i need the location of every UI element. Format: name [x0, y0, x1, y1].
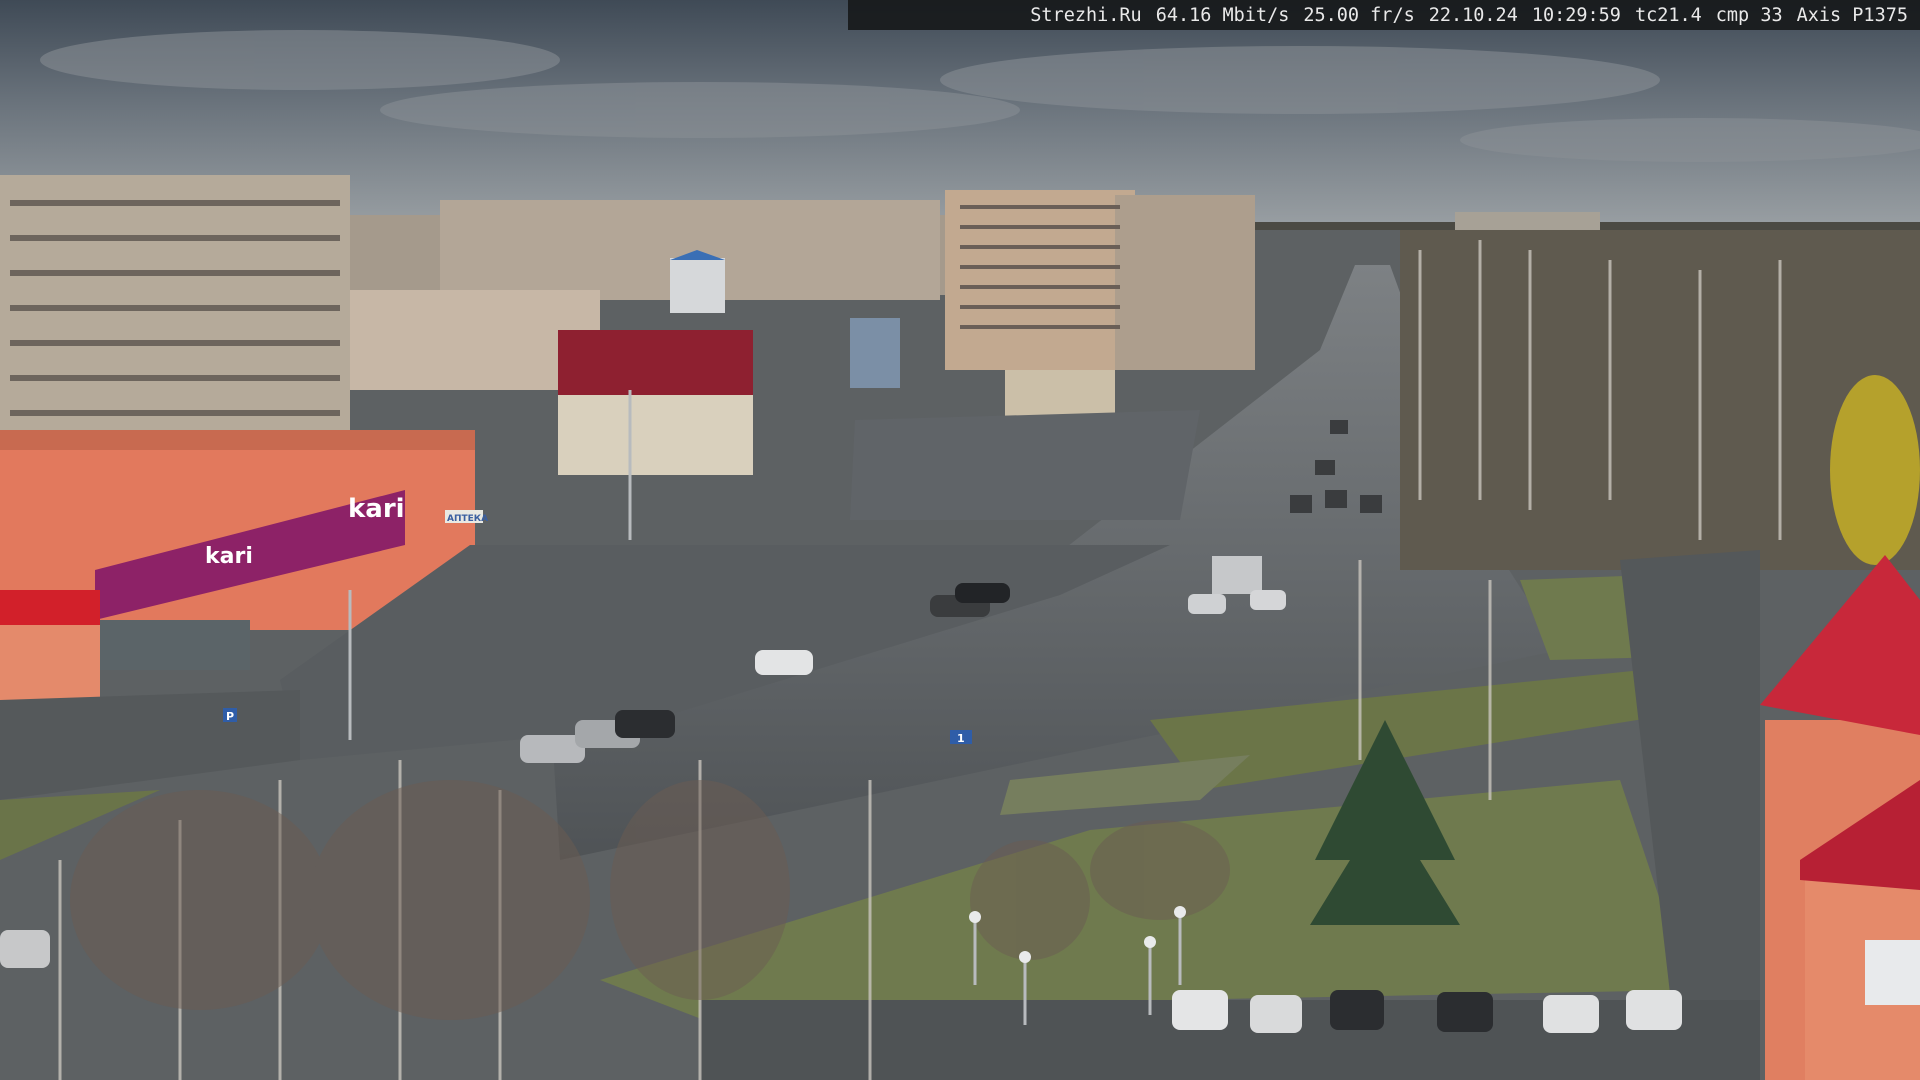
lane-sign-text: 1	[957, 732, 965, 745]
overlay-cmp: cmp 33	[1715, 4, 1783, 26]
overlay-date: 22.10.24	[1428, 4, 1518, 26]
pharmacy-sign-text: АПТЕКА	[447, 514, 488, 524]
overlay-framerate: 25.00 fr/s	[1303, 4, 1415, 26]
store-slogan-text: kari	[205, 544, 253, 569]
store-logo-text: kari	[348, 494, 405, 524]
parking-strip-bottom	[700, 1000, 1760, 1080]
lamp-globe	[1019, 951, 1031, 963]
overlay-site: Strezhi.Ru	[1030, 4, 1142, 26]
overlay-time: 10:29:59	[1531, 4, 1621, 26]
tower-building	[945, 190, 1255, 370]
parking-lot-upper	[850, 410, 1200, 520]
overlay-tc: tc21.4	[1634, 4, 1702, 26]
parking-sign-text: P	[226, 710, 234, 723]
street-scene: kari kari 1 P АПТЕКА	[0, 0, 1920, 1080]
lamp-globe	[969, 911, 981, 923]
lamp-globe	[1174, 906, 1186, 918]
lamp-globe	[1144, 936, 1156, 948]
overlay-bitrate: 64.16 Mbit/s	[1155, 4, 1290, 26]
camera-overlay: Strezhi.Ru 64.16 Mbit/s 25.00 fr/s 22.10…	[848, 0, 1920, 30]
overlay-camera: Axis P1375	[1796, 4, 1908, 26]
yellow-tree	[1830, 375, 1920, 565]
